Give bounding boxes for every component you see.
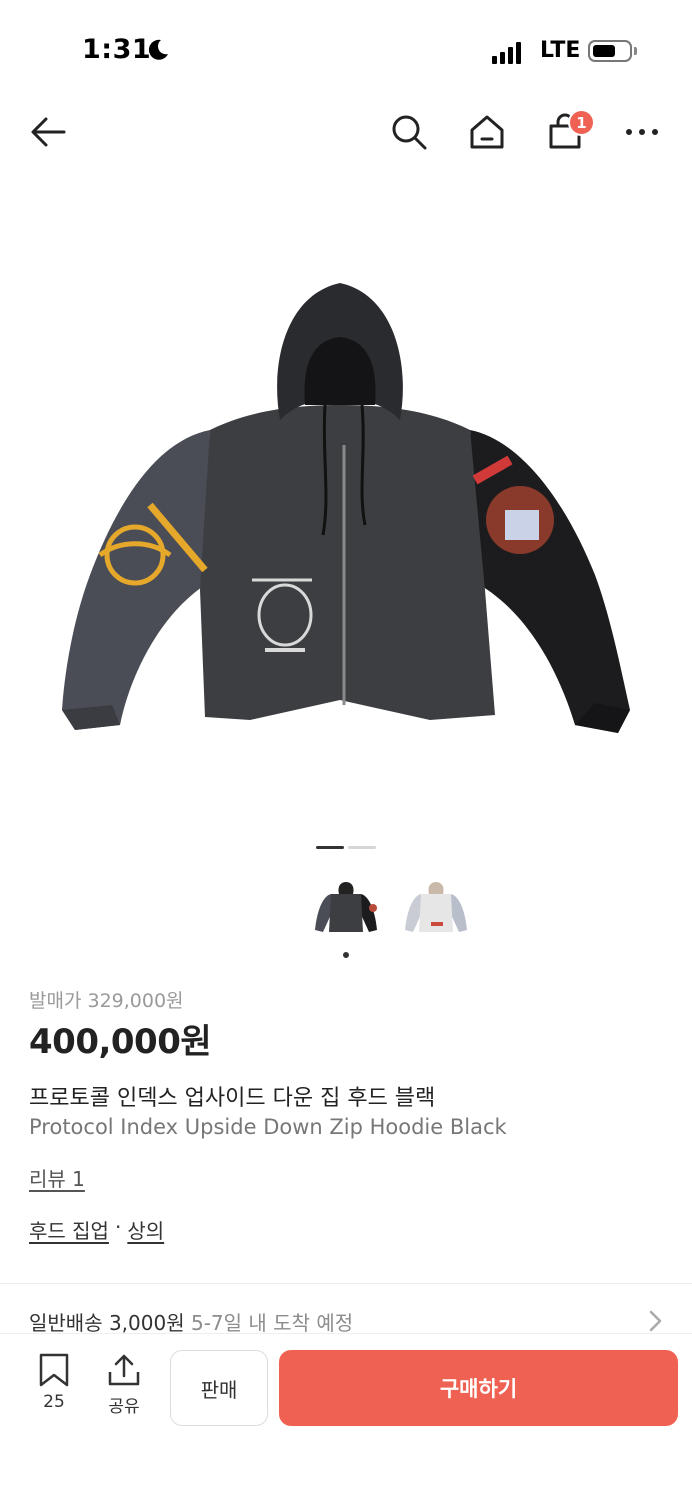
thumbnail-black[interactable] <box>308 874 384 944</box>
pager-indicator <box>348 846 376 849</box>
share-label: 공유 <box>108 1397 140 1417</box>
product-name-ko: 프로토콜 인덱스 업사이드 다운 집 후드 블랙 <box>29 1086 436 1111</box>
thumbnail-white-image <box>405 882 467 932</box>
selected-thumbnail-dot <box>343 952 349 958</box>
network-type: LTE <box>540 38 581 63</box>
review-link[interactable]: 리뷰 1 <box>29 1163 85 1192</box>
top-nav: 1 <box>0 100 692 168</box>
price: 400,000원 <box>29 1022 212 1062</box>
category-tops[interactable]: 상의 <box>127 1215 164 1244</box>
back-button[interactable] <box>20 100 76 164</box>
cart-button[interactable]: 1 <box>537 100 595 164</box>
more-button[interactable] <box>614 100 670 164</box>
signal-strength-icon <box>492 40 521 64</box>
thumbnail-black-image <box>315 882 377 932</box>
thumbnail-white[interactable] <box>398 874 474 944</box>
sell-button[interactable]: 판매 <box>170 1350 268 1426</box>
home-button[interactable] <box>459 100 515 164</box>
battery-nub <box>634 47 637 55</box>
bottom-action-bar: 25 공유 판매 구매하기 <box>0 1333 692 1500</box>
color-thumbnails <box>308 874 474 944</box>
moon-icon <box>148 39 168 60</box>
category-separator: · <box>114 1215 122 1239</box>
back-arrow-icon <box>31 117 66 147</box>
battery-icon <box>588 40 632 62</box>
category-row: 후드 집업 · 상의 <box>29 1215 164 1244</box>
status-bar: 1:31 LTE <box>0 0 692 100</box>
product-name-en: Protocol Index Upside Down Zip Hoodie Bl… <box>29 1115 507 1139</box>
cart-count-badge: 1 <box>568 109 595 136</box>
divider <box>0 1283 692 1284</box>
buy-button[interactable]: 구매하기 <box>279 1350 678 1426</box>
product-image[interactable] <box>40 255 652 795</box>
category-hoodie-zipup[interactable]: 후드 집업 <box>29 1215 109 1244</box>
status-time: 1:31 <box>82 34 152 65</box>
shipping-label: 일반배송 3,000원 <box>29 1311 185 1335</box>
more-icon <box>626 129 658 135</box>
search-button[interactable] <box>381 100 437 164</box>
share-icon <box>108 1354 140 1386</box>
bookmark-icon <box>39 1353 69 1387</box>
home-icon <box>470 115 504 149</box>
share-button[interactable]: 공유 <box>100 1352 148 1422</box>
bookmark-button[interactable]: 25 <box>32 1352 76 1422</box>
shipping-eta: 5-7일 내 도착 예정 <box>190 1311 354 1335</box>
image-pager <box>316 846 376 849</box>
shipping-row[interactable]: 일반배송 3,000원 5-7일 내 도착 예정 <box>29 1307 353 1336</box>
pager-indicator-active <box>316 846 344 849</box>
release-price: 발매가 329,000원 <box>29 990 184 1012</box>
bookmark-count: 25 <box>43 1392 65 1412</box>
search-icon <box>392 115 427 150</box>
chevron-right-icon <box>649 1310 662 1332</box>
